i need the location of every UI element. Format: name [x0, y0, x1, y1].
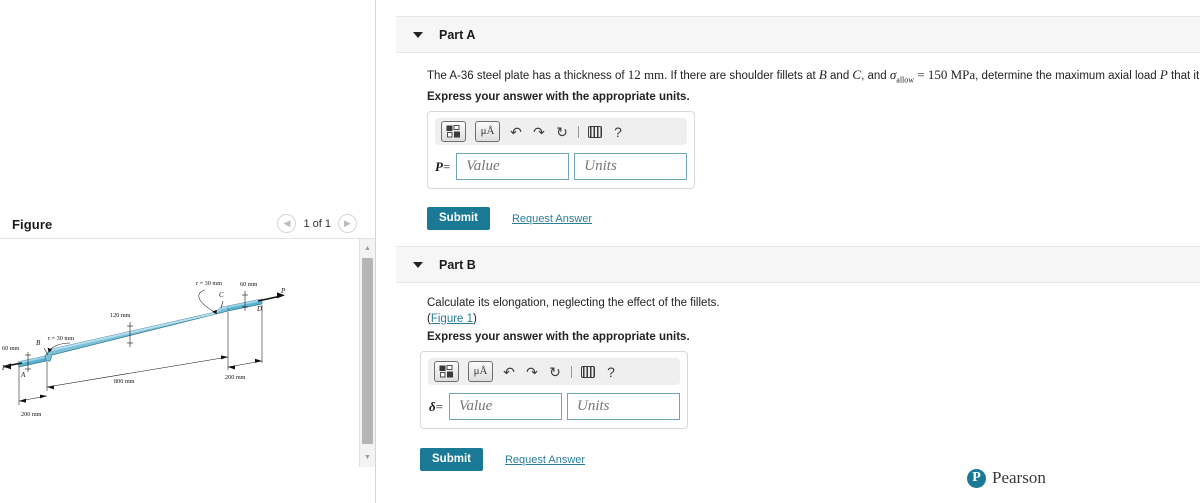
q-equals: = — [914, 67, 928, 82]
help-question-icon[interactable]: ? — [604, 363, 618, 381]
redo-arrow-icon[interactable]: ↷ — [532, 123, 546, 141]
units-button-label: μÅ — [473, 365, 488, 377]
figure-scrollbar[interactable]: ▲ ▼ — [359, 239, 375, 467]
part-a-units-input[interactable] — [574, 153, 688, 180]
part-b-header[interactable]: Part B — [396, 246, 1200, 283]
math-template-icon[interactable] — [441, 121, 466, 142]
q-var-p: P — [1159, 67, 1168, 82]
q-text-2: . If there are shoulder fillets at — [664, 70, 819, 82]
figure-1-link[interactable]: Figure 1 — [431, 313, 473, 325]
part-b-title: Part B — [439, 257, 476, 272]
part-a-answer-box: μÅ ↶ ↷ ↻ ? P= — [427, 111, 695, 189]
part-b-answer-box: μÅ ↶ ↷ ↻ ? δ= — [420, 351, 688, 429]
part-a-answer-label: P= — [435, 158, 451, 174]
question-panel: Part A The A-36 steel plate has a thickn… — [377, 0, 1200, 503]
figure-pager: ◀ 1 of 1 ▶ — [277, 214, 357, 233]
part-b-value-input[interactable] — [449, 393, 562, 420]
label-point-c: C — [219, 291, 224, 299]
label-point-b: B — [36, 339, 41, 347]
toolbar-divider — [571, 365, 572, 378]
help-label: ? — [607, 363, 615, 380]
undo-arrow-icon[interactable]: ↶ — [502, 363, 516, 381]
q-sigma-unit: MPa — [950, 67, 976, 82]
keyboard-icon[interactable] — [588, 123, 602, 141]
label-len-right: 200 mm — [225, 374, 246, 381]
part-a-instruction: Express your answer with the appropriate… — [427, 91, 690, 103]
dim-lines-lower — [18, 305, 263, 405]
q-var-c: C — [852, 67, 862, 82]
label-r-right: r = 30 mm — [196, 280, 222, 287]
part-b-question: Calculate its elongation, neglecting the… — [427, 297, 720, 309]
plate-main-body — [44, 305, 229, 362]
part-a-answer-row: P= — [435, 153, 688, 180]
pearson-logo: P Pearson — [967, 468, 1046, 488]
part-a-header[interactable]: Part A — [396, 16, 1200, 53]
part-a-question: The A-36 steel plate has a thickness of … — [427, 66, 1200, 86]
page-root: Figure ◀ 1 of 1 ▶ r = 30 mm r = 30 mm 12… — [0, 0, 1200, 503]
figure-panel: Figure ◀ 1 of 1 ▶ r = 30 mm r = 30 mm 12… — [0, 0, 376, 503]
label-load-left: P — [1, 364, 7, 372]
part-a-value-input[interactable] — [456, 153, 570, 180]
part-a-title: Part A — [439, 27, 476, 42]
micro-angstrom-icon[interactable]: μÅ — [468, 361, 493, 382]
plate-main-top — [50, 306, 228, 351]
label-point-d: D — [256, 305, 262, 313]
collapse-caret-icon[interactable] — [413, 31, 423, 38]
redo-arrow-icon[interactable]: ↷ — [525, 363, 539, 381]
scrollbar-thumb[interactable] — [362, 258, 373, 444]
toolbar-divider — [578, 125, 579, 138]
label-width-left: 60 mm — [2, 345, 20, 352]
part-b-request-answer-link[interactable]: Request Answer — [505, 454, 585, 466]
figure-title: Figure — [12, 216, 53, 232]
q-sigma-allow: σallow — [889, 67, 915, 85]
label-point-a: A — [20, 371, 26, 379]
q-text-3: and — [826, 70, 853, 82]
part-a-submit-button[interactable]: Submit — [427, 207, 490, 230]
math-template-icon[interactable] — [434, 361, 459, 382]
part-b-answer-row: δ= — [428, 393, 680, 420]
q-sigma-value: 150 — [927, 67, 948, 82]
q-text-5: , determine the maximum axial load — [975, 70, 1160, 82]
pager-label: 1 of 1 — [303, 217, 331, 230]
reset-circular-arrow-icon[interactable]: ↻ — [555, 123, 569, 141]
part-b-answer-label: δ= — [428, 398, 443, 414]
part-b-instruction: Express your answer with the appropriate… — [427, 331, 690, 343]
part-b-submit-button[interactable]: Submit — [420, 448, 483, 471]
q-thickness-value: 12 — [627, 67, 641, 82]
part-a-submit-row: Submit Request Answer — [427, 207, 592, 230]
q-var-b: B — [818, 67, 827, 82]
label-width-right: 60 mm — [240, 281, 258, 288]
label-load-right: P — [280, 287, 286, 295]
q-text-1: The A-36 steel plate has a thickness of — [427, 70, 628, 82]
units-button-label: μÅ — [480, 125, 495, 137]
help-question-icon[interactable]: ? — [611, 123, 625, 141]
chevron-left-icon[interactable]: ◀ — [277, 214, 297, 233]
q-text-6: that it can support. — [1171, 70, 1200, 82]
part-b-submit-row: Submit Request Answer — [420, 448, 585, 471]
scroll-down-icon[interactable]: ▼ — [360, 450, 375, 465]
help-label: ? — [614, 123, 622, 140]
label-len-left: 200 mm — [21, 411, 42, 418]
chevron-right-icon[interactable]: ▶ — [338, 214, 357, 233]
keyboard-icon[interactable] — [581, 363, 595, 381]
reset-circular-arrow-icon[interactable]: ↻ — [548, 363, 562, 381]
micro-angstrom-icon[interactable]: μÅ — [475, 121, 500, 142]
part-b-toolbar: μÅ ↶ ↷ ↻ ? — [428, 358, 680, 385]
label-width-mid: 120 mm — [110, 312, 131, 319]
undo-arrow-icon[interactable]: ↶ — [509, 123, 523, 141]
figure-viewport: r = 30 mm r = 30 mm 120 mm 60 mm 60 mm 2… — [0, 238, 375, 467]
pearson-wordmark: Pearson — [992, 468, 1046, 487]
label-len-mid: 800 mm — [114, 378, 135, 385]
pearson-mark-icon: P — [967, 468, 986, 488]
q-thickness-unit: mm — [643, 67, 665, 82]
collapse-caret-icon[interactable] — [413, 261, 423, 268]
scroll-up-icon[interactable]: ▲ — [360, 241, 375, 256]
part-a-toolbar: μÅ ↶ ↷ ↻ ? — [435, 118, 687, 145]
q-text-4: , and — [861, 70, 890, 82]
part-b-units-input[interactable] — [567, 393, 680, 420]
part-a-request-answer-link[interactable]: Request Answer — [512, 213, 592, 225]
part-b-figure-ref: (Figure 1) — [427, 313, 477, 325]
steel-plate-diagram: r = 30 mm r = 30 mm 120 mm 60 mm 60 mm 2… — [1, 280, 286, 418]
label-r-left: r = 30 mm — [48, 335, 74, 342]
